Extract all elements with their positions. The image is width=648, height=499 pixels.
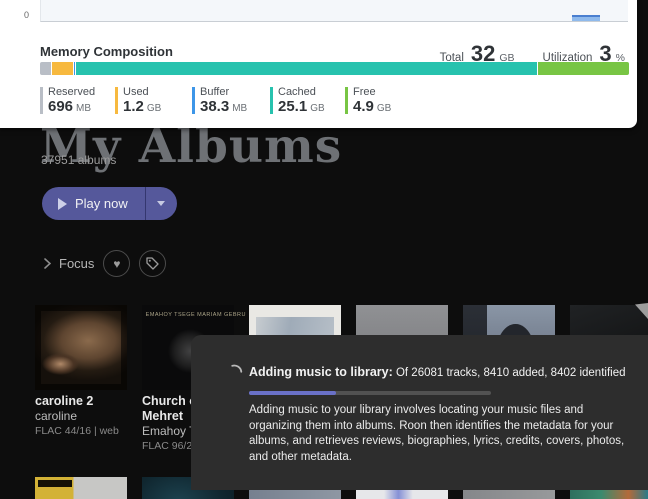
play-options-dropdown[interactable] — [146, 187, 177, 220]
legend-unit: GB — [147, 103, 161, 114]
library-progress-bar — [249, 391, 491, 395]
bar-segment-cached — [76, 62, 537, 75]
legend-unit: GB — [310, 103, 324, 114]
legend-item-reserved: Reserved 696MB — [40, 86, 115, 116]
album-cover-caroline-2[interactable] — [35, 305, 127, 390]
album-count: 37951 albums — [41, 153, 116, 167]
toast-status: Of 26081 tracks, 8410 added, 8402 identi… — [396, 367, 626, 379]
chart-latest-bar — [572, 15, 600, 21]
tag-icon — [146, 257, 159, 270]
library-progress-fill — [249, 391, 336, 395]
heart-icon: ♥ — [113, 258, 120, 270]
album-meta-caroline-2: caroline 2 caroline FLAC 44/16 | web — [35, 394, 135, 439]
legend-value: 696 — [48, 98, 73, 115]
album-cover-row2-1[interactable] — [35, 477, 127, 499]
legend-item-used: Used 1.2GB — [115, 86, 192, 116]
chevron-right-icon — [44, 258, 51, 269]
bar-segment-reserved — [40, 62, 52, 75]
legend-swatch — [270, 87, 273, 114]
chevron-down-icon — [157, 201, 165, 206]
memory-stacked-bar — [40, 62, 629, 75]
focus-button[interactable]: Focus — [44, 256, 94, 271]
focus-label: Focus — [59, 256, 94, 271]
legend-name: Buffer — [200, 86, 247, 98]
legend-value: 1.2 — [123, 98, 144, 115]
legend-unit: MB — [76, 103, 91, 114]
legend-value: 38.3 — [200, 98, 229, 115]
favorites-filter-button[interactable]: ♥ — [103, 250, 130, 277]
legend-name: Cached — [278, 86, 325, 98]
legend-swatch — [192, 87, 195, 114]
legend-value: 4.9 — [353, 98, 374, 115]
toast-headline: Adding music to library: Of 26081 tracks… — [249, 365, 626, 379]
play-now-button[interactable]: Play now — [42, 187, 145, 220]
adding-music-toast[interactable]: Adding music to library: Of 26081 tracks… — [191, 335, 648, 490]
legend-unit: GB — [377, 103, 391, 114]
cover-artist-text: EMAHOY TSEGE MARIAM GEBRU — [146, 312, 231, 318]
y-axis-zero-tick: 0 — [24, 10, 29, 20]
corner-arrow-icon[interactable] — [635, 303, 648, 319]
bar-segment-used — [52, 62, 74, 75]
legend-swatch — [115, 87, 118, 114]
legend-unit: MB — [232, 103, 247, 114]
legend-item-free: Free 4.9GB — [345, 86, 420, 116]
legend-value: 25.1 — [278, 98, 307, 115]
memory-usage-chart — [40, 0, 628, 22]
focus-row: Focus ♥ — [44, 250, 166, 277]
memory-composition-title: Memory Composition — [40, 44, 173, 59]
play-now-label: Play now — [75, 196, 128, 211]
tags-filter-button[interactable] — [139, 250, 166, 277]
legend-item-cached: Cached 25.1GB — [270, 86, 345, 116]
legend-item-buffer: Buffer 38.3MB — [192, 86, 270, 116]
play-now-button-group: Play now — [42, 187, 177, 220]
album-title[interactable]: caroline 2 — [35, 394, 135, 409]
legend-swatch — [345, 87, 348, 114]
legend-name: Reserved — [48, 86, 95, 98]
album-artist[interactable]: caroline — [35, 409, 135, 424]
album-format: FLAC 44/16 | web — [35, 424, 135, 439]
legend-name: Used — [123, 86, 161, 98]
legend-name: Free — [353, 86, 391, 98]
play-icon — [58, 198, 67, 210]
memory-monitor-panel: 0 Memory Composition Total 32 GB Utiliza… — [0, 0, 637, 128]
toast-description: Adding music to your library involves lo… — [249, 403, 629, 465]
app-window: My Albums 37951 albums Play now Focus ♥ — [0, 0, 648, 499]
memory-legend: Reserved 696MB Used 1.2GB Buffer 38.3MB … — [40, 86, 420, 116]
bar-segment-free — [538, 62, 629, 75]
toast-title: Adding music to library: — [249, 365, 393, 379]
legend-swatch — [40, 87, 43, 114]
spinner-icon — [227, 364, 243, 380]
